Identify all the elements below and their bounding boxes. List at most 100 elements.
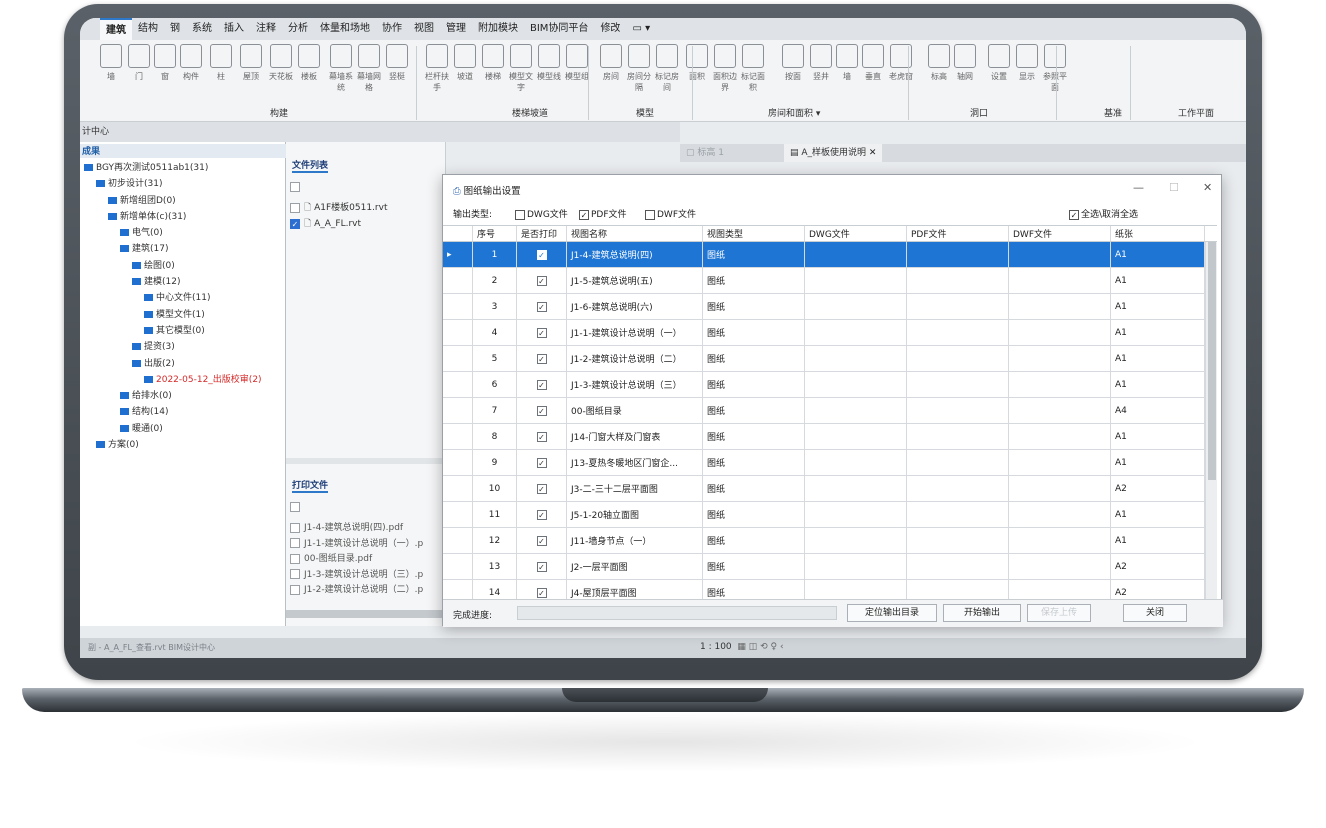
table-row[interactable]: 5 ✓ J1-2-建筑设计总说明（二） 图纸 A1 <box>443 346 1217 372</box>
row-selector[interactable] <box>443 268 473 293</box>
ribbon-tab[interactable]: 修改 <box>594 18 626 40</box>
tree-node[interactable]: 新增组团D(0) <box>80 193 262 209</box>
ribbon-tool[interactable]: 标记面积 <box>740 44 766 93</box>
ribbon-tab[interactable]: 附加模块 <box>472 18 524 40</box>
table-row[interactable]: 11 ✓ J5-1-20轴立面图 图纸 A1 <box>443 502 1217 528</box>
table-row[interactable]: 12 ✓ J11-墙身节点（一） 图纸 A1 <box>443 528 1217 554</box>
select-all-files[interactable] <box>290 182 304 193</box>
view-scale[interactable]: 1 : 100 ▦ ◫ ⟲ ♀ ‹ <box>700 642 784 652</box>
ribbon-tab[interactable]: 注释 <box>250 18 282 40</box>
table-row[interactable]: 8 ✓ J14-门窗大样及门窗表 图纸 A1 <box>443 424 1217 450</box>
tree-node[interactable]: 结构(14) <box>80 404 262 420</box>
checkbox[interactable]: ✓ <box>536 587 547 598</box>
column-header[interactable]: DWG文件 <box>805 226 907 241</box>
print-toggle-cell[interactable]: ✓ <box>517 424 567 449</box>
print-toggle-cell[interactable]: ✓ <box>517 346 567 371</box>
ribbon-tool[interactable]: 面积边界 <box>712 44 738 93</box>
print-toggle-cell[interactable]: ✓ <box>517 580 567 599</box>
ribbon-tab[interactable]: 管理 <box>440 18 472 40</box>
ribbon-tool[interactable]: 天花板 <box>268 44 294 82</box>
print-toggle-cell[interactable]: ✓ <box>517 372 567 397</box>
checkbox[interactable]: ✓ <box>536 509 547 520</box>
checkbox[interactable]: ✓ <box>536 483 547 494</box>
ribbon-tab[interactable]: BIM协同平台 <box>524 18 594 40</box>
row-selector[interactable] <box>443 450 473 475</box>
column-header[interactable]: DWF文件 <box>1009 226 1111 241</box>
checkbox[interactable] <box>645 209 655 220</box>
select-all-print[interactable] <box>290 502 304 513</box>
ribbon-tool[interactable]: 竖井 <box>808 44 834 82</box>
tree-node[interactable]: 建筑(17) <box>80 241 262 257</box>
splitter[interactable] <box>286 458 446 464</box>
ribbon-tool[interactable]: 老虎窗 <box>888 44 914 82</box>
ribbon-tool[interactable]: 房间 <box>598 44 624 82</box>
print-toggle-cell[interactable]: ✓ <box>517 320 567 345</box>
ribbon-tab[interactable]: 视图 <box>408 18 440 40</box>
scroll-thumb[interactable] <box>1208 240 1216 480</box>
column-header[interactable]: 视图名称 <box>567 226 703 241</box>
column-header[interactable]: 视图类型 <box>703 226 805 241</box>
tree-node[interactable]: 其它模型(0) <box>80 323 262 339</box>
tree-node[interactable]: 提资(3) <box>80 339 262 355</box>
column-header[interactable]: 序号 <box>473 226 517 241</box>
print-toggle-cell[interactable]: ✓ <box>517 554 567 579</box>
ribbon-tool[interactable]: 楼板 <box>296 44 322 82</box>
print-file-row[interactable]: J1-2-建筑设计总说明（二）.p <box>290 582 423 595</box>
ribbon-tool[interactable]: 标记房间 <box>654 44 680 93</box>
checkbox[interactable]: ✓ <box>1069 209 1079 220</box>
table-row[interactable]: 13 ✓ J2-一层平面图 图纸 A2 <box>443 554 1217 580</box>
checkbox[interactable] <box>290 218 300 229</box>
output-type-option[interactable]: ✓ PDF文件 <box>579 207 627 220</box>
tree-node[interactable]: 初步设计(31) <box>80 176 262 192</box>
save-upload-button[interactable]: 保存上传 <box>1027 604 1091 622</box>
column-header[interactable]: PDF文件 <box>907 226 1009 241</box>
maximize-button[interactable]: ☐ <box>1169 181 1179 194</box>
row-selector[interactable] <box>443 554 473 579</box>
ribbon-tool[interactable]: 房间分隔 <box>626 44 652 93</box>
ribbon-tab[interactable]: 协作 <box>376 18 408 40</box>
print-toggle-cell[interactable]: ✓ <box>517 294 567 319</box>
row-selector[interactable] <box>443 580 473 599</box>
table-row[interactable]: 2 ✓ J1-5-建筑总说明(五) 图纸 A1 <box>443 268 1217 294</box>
tree-node[interactable]: 电气(0) <box>80 225 262 241</box>
checkbox[interactable] <box>290 502 300 512</box>
close-icon[interactable]: ✕ <box>869 148 877 158</box>
tree-node[interactable]: 2022-05-12_出版校审(2) <box>80 372 262 388</box>
ribbon-tool[interactable]: 构件 <box>178 44 204 82</box>
tree-node[interactable]: 方案(0) <box>80 437 262 453</box>
tree-node[interactable]: 暖通(0) <box>80 421 262 437</box>
ribbon-tool[interactable]: 窗 <box>152 44 178 82</box>
minimize-button[interactable]: — <box>1133 181 1144 194</box>
checkbox[interactable]: ✓ <box>536 249 547 260</box>
file-row[interactable]: 🗋 A_A_FL.rvt <box>290 216 361 232</box>
output-type-option[interactable]: DWG文件 <box>515 207 568 220</box>
row-selector[interactable] <box>443 398 473 423</box>
ribbon-tool[interactable]: 坡道 <box>452 44 478 82</box>
checkbox[interactable] <box>515 209 525 220</box>
tree-node[interactable]: 给排水(0) <box>80 388 262 404</box>
ribbon-tool[interactable]: 墙 <box>834 44 860 82</box>
ribbon-tool[interactable]: 面积 <box>684 44 710 82</box>
row-selector[interactable] <box>443 424 473 449</box>
print-file-row[interactable]: J1-4-建筑总说明(四).pdf <box>290 520 403 533</box>
checkbox[interactable]: ✓ <box>536 379 547 390</box>
checkbox[interactable]: ✓ <box>536 327 547 338</box>
checkbox[interactable]: ✓ <box>579 209 589 220</box>
ribbon-tab[interactable]: 插入 <box>218 18 250 40</box>
print-toggle-cell[interactable]: ✓ <box>517 398 567 423</box>
ribbon-tool[interactable]: 显示 <box>1014 44 1040 82</box>
table-row[interactable]: 7 ✓ 00-图纸目录 图纸 A4 <box>443 398 1217 424</box>
table-row[interactable]: 10 ✓ J3-二-三十二层平面图 图纸 A2 <box>443 476 1217 502</box>
checkbox[interactable] <box>290 538 300 548</box>
ribbon-tab[interactable]: 系统 <box>186 18 218 40</box>
row-selector[interactable] <box>443 346 473 371</box>
row-selector[interactable] <box>443 528 473 553</box>
print-toggle-cell[interactable]: ✓ <box>517 450 567 475</box>
ribbon-tool[interactable]: 轴网 <box>952 44 978 82</box>
ribbon-tool[interactable]: 参照平面 <box>1042 44 1068 93</box>
output-type-option[interactable]: DWF文件 <box>645 207 696 220</box>
ribbon-tool[interactable]: 幕墙网格 <box>356 44 382 93</box>
doc-tab-level[interactable]: ▢ 标高 1 <box>680 144 730 162</box>
checkbox[interactable] <box>290 569 300 579</box>
ribbon-tool[interactable]: 门 <box>126 44 152 82</box>
